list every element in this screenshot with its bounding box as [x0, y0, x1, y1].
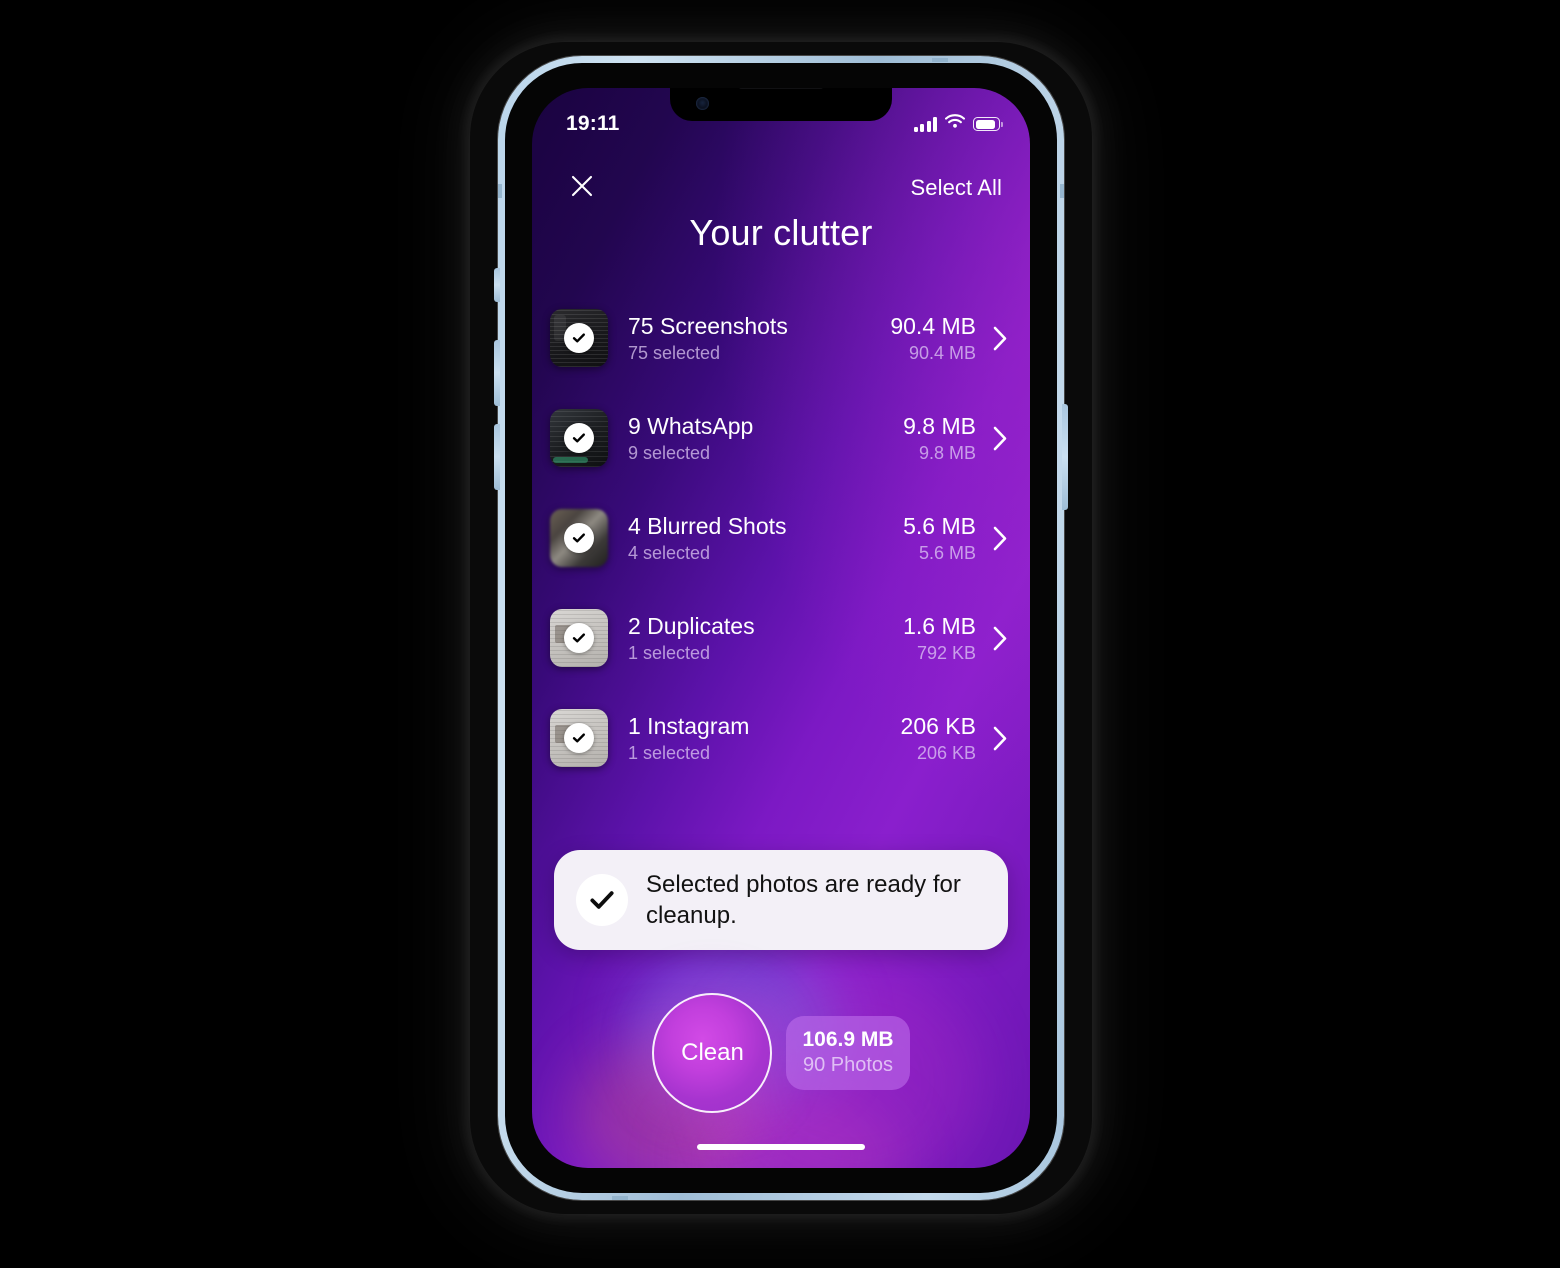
check-icon	[572, 533, 585, 543]
list-item-size: 9.8 MB	[903, 412, 976, 439]
list-item[interactable]: 4 Blurred Shots 4 selected 5.6 MB 5.6 MB	[532, 488, 1030, 588]
list-item-title: 2 Duplicates	[628, 612, 755, 639]
list-item-text: 4 Blurred Shots 4 selected	[628, 512, 903, 565]
power-button[interactable]	[1062, 404, 1068, 510]
cleanup-photo-count: 90 Photos	[802, 1054, 894, 1076]
navigation-bar: Select All	[532, 166, 1030, 210]
phone-screen: 19:11 Select All Your clutter 75 Screens…	[532, 88, 1030, 1168]
wifi-icon	[944, 114, 966, 134]
cleanup-total-size: 106.9 MB	[802, 1028, 894, 1051]
antenna-seam	[612, 1196, 628, 1200]
list-item-size-group: 5.6 MB 5.6 MB	[903, 512, 976, 565]
ready-message: Selected photos are ready for cleanup.	[646, 871, 961, 929]
list-item[interactable]: 9 WhatsApp 9 selected 9.8 MB 9.8 MB	[532, 388, 1030, 488]
screenshot-thumbnail	[550, 309, 608, 367]
list-item-subtitle: 9 selected	[628, 442, 711, 463]
page-title: Your clutter	[689, 212, 873, 253]
list-item-size: 206 KB	[900, 712, 976, 739]
list-item-title: 9 WhatsApp	[628, 412, 754, 439]
list-item-text: 9 WhatsApp 9 selected	[628, 412, 903, 465]
selected-check-badge[interactable]	[564, 523, 594, 553]
instagram-thumbnail	[550, 709, 608, 767]
screenshot-canvas: 19:11 Select All Your clutter 75 Screens…	[0, 0, 1560, 1268]
list-item-text: 2 Duplicates 1 selected	[628, 612, 903, 665]
duplicate-thumbnail	[550, 609, 608, 667]
list-item[interactable]: 75 Screenshots 75 selected 90.4 MB 90.4 …	[532, 288, 1030, 388]
home-indicator[interactable]	[697, 1144, 865, 1150]
close-icon	[570, 174, 594, 203]
list-item-size-selected: 9.8 MB	[918, 442, 976, 463]
volume-up-button[interactable]	[494, 340, 500, 406]
antenna-seam	[498, 184, 502, 198]
list-item-title: 75 Screenshots	[628, 312, 788, 339]
list-item[interactable]: 2 Duplicates 1 selected 1.6 MB 792 KB	[532, 588, 1030, 688]
list-item-size: 5.6 MB	[903, 512, 976, 539]
chevron-right-icon[interactable]	[990, 526, 1010, 551]
check-icon	[572, 433, 585, 443]
ready-for-cleanup-card: Selected photos are ready for cleanup.	[554, 850, 1008, 950]
silent-switch[interactable]	[494, 268, 500, 302]
list-item-size: 1.6 MB	[903, 612, 976, 639]
whatsapp-thumbnail	[550, 409, 608, 467]
list-item-subtitle: 1 selected	[628, 742, 711, 763]
list-item-title: 4 Blurred Shots	[628, 512, 787, 539]
cleanup-summary-badge: 106.9 MB 90 Photos	[786, 1016, 910, 1090]
chevron-right-icon[interactable]	[990, 326, 1010, 351]
check-icon	[572, 333, 585, 343]
select-all-button[interactable]: Select All	[911, 175, 1003, 201]
list-item-title: 1 Instagram	[628, 712, 750, 739]
list-item-size-group: 90.4 MB 90.4 MB	[890, 312, 976, 365]
chevron-right-icon[interactable]	[990, 726, 1010, 751]
status-bar: 19:11	[532, 88, 1030, 146]
signal-bars-icon	[913, 116, 937, 132]
list-item-size-group: 1.6 MB 792 KB	[903, 612, 976, 665]
list-item-size-selected: 206 KB	[916, 742, 976, 763]
selected-check-badge[interactable]	[564, 423, 594, 453]
status-icons	[913, 114, 1003, 134]
antenna-seam	[932, 58, 948, 62]
list-item-text: 1 Instagram 1 selected	[628, 712, 901, 765]
blurred-shot-thumbnail	[550, 509, 608, 567]
list-item[interactable]: 1 Instagram 1 selected 206 KB 206 KB	[532, 688, 1030, 788]
check-icon	[572, 733, 585, 743]
battery-icon	[973, 117, 1003, 131]
chevron-right-icon[interactable]	[990, 626, 1010, 651]
selected-check-badge[interactable]	[564, 723, 594, 753]
list-item-subtitle: 75 selected	[628, 342, 721, 363]
clean-button[interactable]: Clean	[652, 993, 773, 1113]
list-item-size-group: 206 KB 206 KB	[901, 712, 976, 765]
selected-check-badge[interactable]	[564, 623, 594, 653]
check-icon	[572, 633, 585, 643]
volume-down-button[interactable]	[494, 424, 500, 490]
list-item-size-group: 9.8 MB 9.8 MB	[903, 412, 976, 465]
clutter-list: 75 Screenshots 75 selected 90.4 MB 90.4 …	[532, 288, 1030, 788]
chevron-right-icon[interactable]	[990, 426, 1010, 451]
antenna-seam	[1060, 184, 1064, 198]
clean-action-bar: Clean 106.9 MB 90 Photos	[532, 978, 1030, 1128]
list-item-size-selected: 792 KB	[916, 642, 976, 663]
list-item-text: 75 Screenshots 75 selected	[628, 312, 890, 365]
list-item-size-selected: 90.4 MB	[908, 342, 976, 363]
check-icon	[576, 874, 628, 926]
selected-check-badge[interactable]	[564, 323, 594, 353]
close-button[interactable]	[562, 168, 602, 208]
list-item-subtitle: 1 selected	[628, 642, 711, 663]
list-item-subtitle: 4 selected	[628, 542, 711, 563]
list-item-size-selected: 5.6 MB	[918, 542, 976, 563]
status-time: 19:11	[566, 112, 620, 135]
list-item-size: 90.4 MB	[890, 312, 976, 339]
